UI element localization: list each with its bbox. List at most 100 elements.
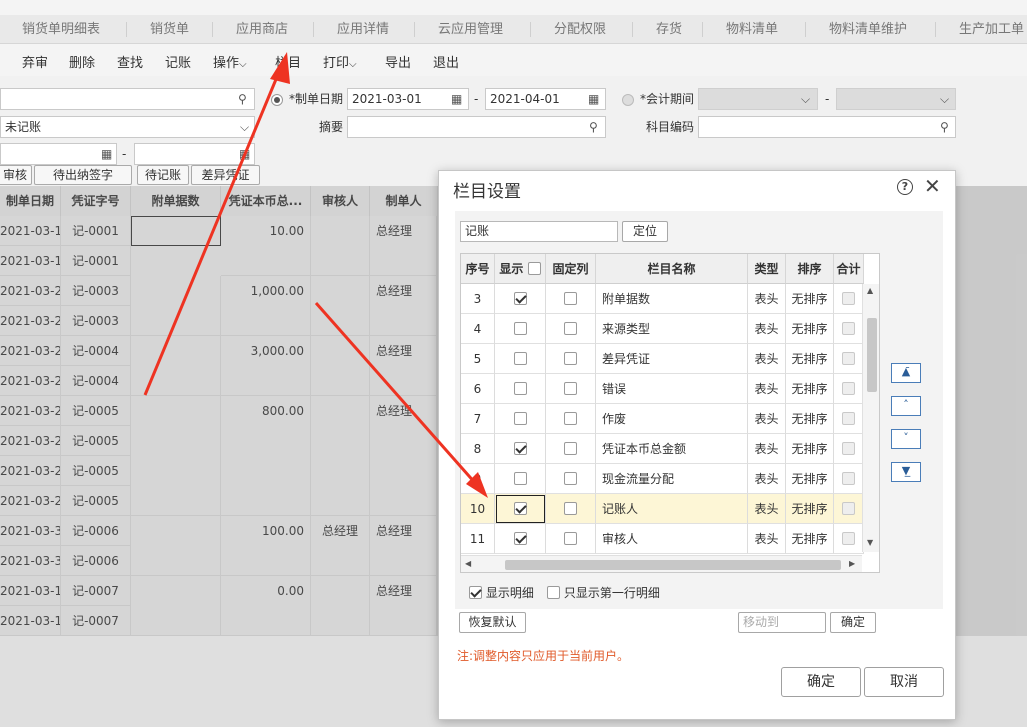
scroll-down-icon[interactable]: ▼ xyxy=(867,538,873,547)
to-post-filter-button[interactable]: 待记账 xyxy=(137,165,189,185)
search-icon[interactable]: ⚲ xyxy=(589,117,598,137)
scroll-up-icon[interactable]: ▲ xyxy=(867,286,873,295)
row-show-cell[interactable] xyxy=(495,344,546,374)
row-sum-cell[interactable] xyxy=(834,434,864,464)
row-fixed-cell[interactable] xyxy=(546,434,596,464)
status-select[interactable]: 未记账 xyxy=(0,116,255,138)
row-sum-checkbox[interactable] xyxy=(842,352,855,365)
row-show-checkbox[interactable] xyxy=(513,382,527,395)
row-sum-checkbox[interactable] xyxy=(842,382,855,395)
difference-filter-button[interactable]: 差异凭证 xyxy=(191,165,260,185)
unapprove-button[interactable]: 弃审 xyxy=(22,52,48,71)
export-button[interactable]: 导出 xyxy=(385,52,411,71)
post-button[interactable]: 记账 xyxy=(165,52,191,71)
row-sum-checkbox[interactable] xyxy=(842,442,855,455)
row-fixed-checkbox[interactable] xyxy=(564,382,577,395)
first-row-only-checkbox[interactable] xyxy=(547,586,560,599)
row-fixed-checkbox[interactable] xyxy=(564,472,577,485)
print-menu-button[interactable]: 打印⌵ xyxy=(323,52,357,71)
period-radio[interactable] xyxy=(622,94,634,106)
restore-default-button[interactable]: 恢复默认 xyxy=(459,612,526,633)
row-show-checkbox[interactable] xyxy=(513,412,527,425)
row-fixed-checkbox[interactable] xyxy=(564,502,577,515)
find-button[interactable]: 查找 xyxy=(117,52,143,71)
calculator-icon[interactable]: ▦ xyxy=(101,144,112,164)
cashier-sign-filter-button[interactable]: 待出纳签字 xyxy=(34,165,132,185)
calculator-icon[interactable]: ▦ xyxy=(239,144,250,164)
calendar-icon[interactable]: ▦ xyxy=(588,89,599,109)
search-icon[interactable]: ⚲ xyxy=(238,89,247,109)
move-top-button[interactable]: ▲̄ xyxy=(891,363,921,383)
row-fixed-cell[interactable] xyxy=(546,404,596,434)
vertical-scrollbar[interactable]: ▲ ▼ xyxy=(862,284,879,552)
row-fixed-checkbox[interactable] xyxy=(564,292,577,305)
move-down-button[interactable]: ˅ xyxy=(891,429,921,449)
row-show-cell[interactable] xyxy=(495,314,546,344)
cancel-button[interactable]: 取消 xyxy=(864,667,944,697)
row-sum-cell[interactable] xyxy=(834,284,864,314)
tab-sales-order[interactable]: 销货单 xyxy=(150,15,189,43)
tab-cloud-app-manage[interactable]: 云应用管理 xyxy=(438,15,503,43)
tab-app-detail[interactable]: 应用详情 xyxy=(337,15,389,43)
row-fixed-cell[interactable] xyxy=(546,524,596,554)
account-code-input[interactable] xyxy=(698,116,956,138)
first-row-only-option[interactable]: 只显示第一行明细 xyxy=(547,584,660,601)
row-fixed-checkbox[interactable] xyxy=(564,442,577,455)
row-sum-cell[interactable] xyxy=(834,314,864,344)
row-show-cell[interactable] xyxy=(495,524,546,554)
row-sum-cell[interactable] xyxy=(834,374,864,404)
row-fixed-checkbox[interactable] xyxy=(564,532,577,545)
row-sum-checkbox[interactable] xyxy=(842,412,855,425)
row-sum-cell[interactable] xyxy=(834,494,864,524)
tab-inventory[interactable]: 存货 xyxy=(656,15,682,43)
row-sum-checkbox[interactable] xyxy=(842,292,855,305)
row-sum-cell[interactable] xyxy=(834,344,864,374)
row-fixed-cell[interactable] xyxy=(546,314,596,344)
row-sum-cell[interactable] xyxy=(834,524,864,554)
horizontal-scrollbar[interactable]: ◀ ▶ xyxy=(461,555,862,572)
row-show-cell[interactable] xyxy=(495,404,546,434)
move-up-button[interactable]: ˄ xyxy=(891,396,921,416)
show-detail-option[interactable]: 显示明细 xyxy=(469,584,534,601)
show-all-checkbox[interactable] xyxy=(527,262,541,275)
row-show-cell[interactable] xyxy=(495,494,546,524)
row-show-checkbox[interactable] xyxy=(513,532,527,545)
tab-bom-maintain[interactable]: 物料清单维护 xyxy=(829,15,907,43)
search-icon[interactable]: ⚲ xyxy=(940,117,949,137)
tab-production-order[interactable]: 生产加工单 xyxy=(959,15,1024,43)
operation-menu-button[interactable]: 操作⌵ xyxy=(213,52,247,71)
ok-button[interactable]: 确定 xyxy=(781,667,861,697)
row-fixed-checkbox[interactable] xyxy=(564,412,577,425)
row-show-checkbox[interactable] xyxy=(513,322,527,335)
scroll-left-icon[interactable]: ◀ xyxy=(465,559,471,568)
row-show-cell[interactable] xyxy=(495,284,546,314)
tab-assign-permission[interactable]: 分配权限 xyxy=(554,15,606,43)
row-show-checkbox[interactable] xyxy=(513,472,527,485)
row-show-checkbox[interactable] xyxy=(513,292,527,305)
amount-to-input[interactable] xyxy=(134,143,255,165)
period-from-select[interactable] xyxy=(698,88,818,110)
vertical-scroll-thumb[interactable] xyxy=(867,318,877,392)
calendar-icon[interactable]: ▦ xyxy=(451,89,462,109)
scroll-right-icon[interactable]: ▶ xyxy=(849,559,855,568)
summary-input[interactable] xyxy=(347,116,606,138)
row-sum-checkbox[interactable] xyxy=(842,532,855,545)
locate-button[interactable]: 定位 xyxy=(622,221,668,242)
row-show-checkbox[interactable] xyxy=(513,442,527,455)
row-sum-cell[interactable] xyxy=(834,404,864,434)
row-sum-checkbox[interactable] xyxy=(842,502,855,515)
row-sum-cell[interactable] xyxy=(834,464,864,494)
row-fixed-checkbox[interactable] xyxy=(564,322,577,335)
row-show-checkbox[interactable] xyxy=(513,502,527,515)
close-icon[interactable]: ✕ xyxy=(924,174,941,198)
date-radio[interactable] xyxy=(271,94,283,106)
row-fixed-cell[interactable] xyxy=(546,464,596,494)
help-icon[interactable]: ? xyxy=(897,179,913,195)
audit-filter-button[interactable]: 审核 xyxy=(0,165,32,185)
show-detail-checkbox[interactable] xyxy=(469,586,482,599)
row-fixed-cell[interactable] xyxy=(546,344,596,374)
row-fixed-checkbox[interactable] xyxy=(564,352,577,365)
column-search-input[interactable]: 记账 xyxy=(460,221,618,242)
columns-button[interactable]: 栏目 xyxy=(275,52,301,71)
move-to-input[interactable]: 移动到 xyxy=(738,612,826,633)
